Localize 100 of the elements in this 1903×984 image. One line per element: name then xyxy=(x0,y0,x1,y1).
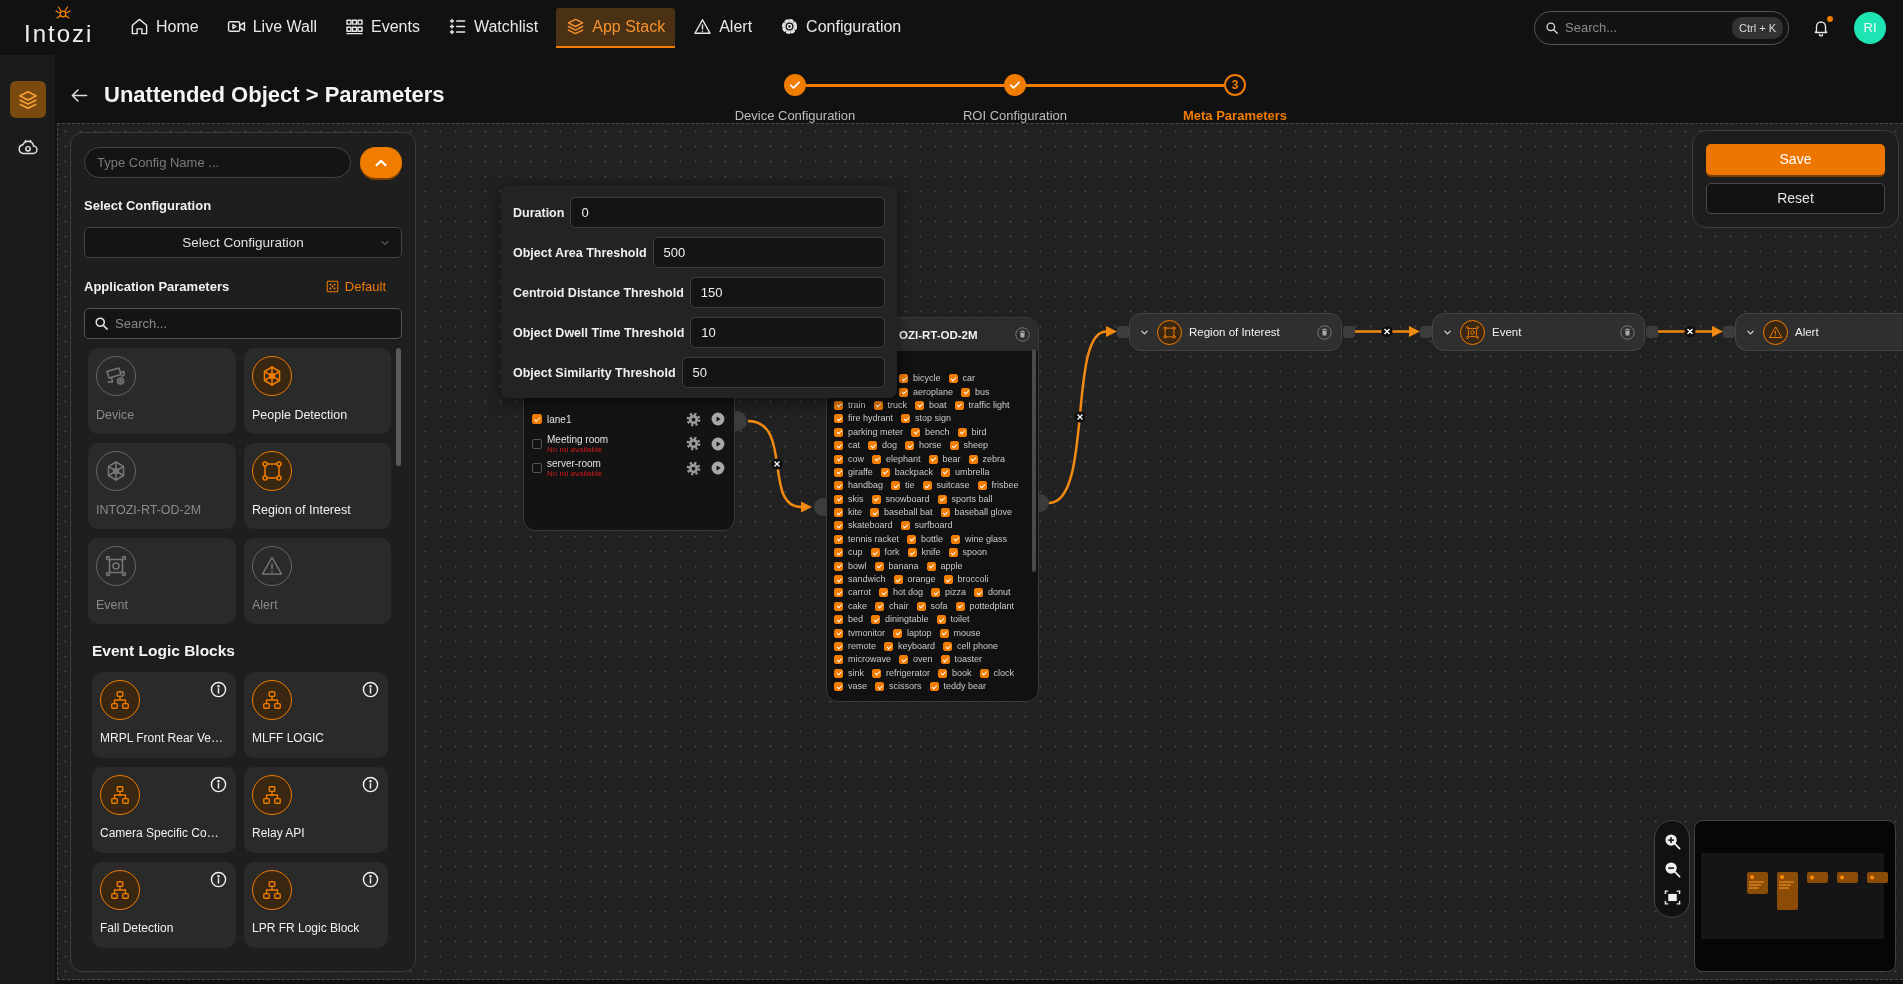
checkbox[interactable] xyxy=(834,668,843,678)
checkbox[interactable] xyxy=(868,441,877,451)
play-icon[interactable] xyxy=(711,436,725,451)
logic-block-card[interactable]: Fall Detection xyxy=(92,862,236,948)
checkbox[interactable] xyxy=(834,454,843,464)
close-icon[interactable] xyxy=(1074,411,1086,423)
play-icon[interactable] xyxy=(711,412,725,427)
connection-handle[interactable] xyxy=(735,411,747,431)
checkbox[interactable] xyxy=(532,438,542,449)
connection-handle[interactable] xyxy=(1117,325,1129,338)
config-name-field[interactable]: Type Config Name ... xyxy=(84,147,351,178)
checkbox[interactable] xyxy=(874,561,884,571)
checkbox[interactable] xyxy=(900,521,910,531)
checkbox[interactable] xyxy=(871,615,881,625)
parameter-input[interactable]: 50 xyxy=(681,357,885,388)
checkbox[interactable] xyxy=(954,400,964,410)
close-icon[interactable] xyxy=(771,458,783,470)
nav-tab[interactable]: Events xyxy=(335,7,430,48)
info-icon[interactable] xyxy=(210,681,227,698)
checkbox[interactable] xyxy=(936,615,946,625)
checkbox[interactable] xyxy=(873,400,883,410)
checkbox[interactable] xyxy=(893,575,903,585)
checkbox[interactable] xyxy=(905,441,915,451)
checkbox[interactable] xyxy=(834,655,843,665)
trash-icon[interactable] xyxy=(1317,324,1332,340)
parameter-input[interactable]: 500 xyxy=(652,237,885,268)
checkbox[interactable] xyxy=(875,601,884,611)
checkbox[interactable] xyxy=(939,628,949,638)
layers-icon[interactable] xyxy=(9,81,46,118)
logic-block-card[interactable]: Relay API xyxy=(244,767,388,853)
info-icon[interactable] xyxy=(362,681,379,698)
scrollbar[interactable] xyxy=(1032,349,1036,572)
checkbox[interactable] xyxy=(834,682,843,692)
connection-handle[interactable] xyxy=(1420,325,1432,338)
checkbox[interactable] xyxy=(943,575,953,585)
checkbox[interactable] xyxy=(871,494,881,504)
checkbox[interactable] xyxy=(834,521,843,531)
logic-block-card[interactable]: MLFF LOGIC xyxy=(244,672,388,758)
search-field[interactable]: Search... xyxy=(84,308,402,339)
checkbox[interactable] xyxy=(979,668,989,678)
checkbox[interactable] xyxy=(532,463,542,474)
checkbox[interactable] xyxy=(834,400,843,410)
close-icon[interactable] xyxy=(1381,326,1393,337)
info-icon[interactable] xyxy=(362,871,379,888)
checkbox[interactable] xyxy=(949,441,959,451)
checkbox[interactable] xyxy=(911,427,921,437)
settings-icon[interactable] xyxy=(686,460,701,476)
checkbox[interactable] xyxy=(968,454,978,464)
close-icon[interactable] xyxy=(1684,326,1696,337)
checkbox[interactable] xyxy=(907,548,917,558)
checkbox[interactable] xyxy=(916,601,926,611)
checkbox[interactable] xyxy=(834,615,843,625)
checkbox[interactable] xyxy=(957,427,967,437)
checkbox[interactable] xyxy=(884,642,893,651)
connection-handle[interactable] xyxy=(814,498,826,516)
connection-handle[interactable] xyxy=(1343,325,1355,338)
checkbox[interactable] xyxy=(834,575,843,585)
logic-block-card[interactable]: LPR FR Logic Block xyxy=(244,862,388,948)
checkbox[interactable] xyxy=(834,601,843,611)
checkbox[interactable] xyxy=(872,668,881,678)
trash-icon[interactable] xyxy=(1015,327,1030,342)
configuration-select[interactable]: Select Configuration xyxy=(84,227,402,258)
fit-view-icon[interactable] xyxy=(1663,888,1681,906)
settings-icon[interactable] xyxy=(686,436,701,452)
reset-button[interactable]: Reset xyxy=(1706,182,1885,214)
app-block-card[interactable]: People Detection xyxy=(244,348,391,434)
checkbox[interactable] xyxy=(834,441,843,451)
logic-block-card[interactable]: MRPL Front Rear Ve… xyxy=(92,672,236,758)
checkbox[interactable] xyxy=(955,601,965,611)
checkbox[interactable] xyxy=(948,374,958,384)
checkbox[interactable] xyxy=(938,668,948,678)
checkbox[interactable] xyxy=(891,481,901,491)
checkbox[interactable] xyxy=(915,400,925,410)
checkbox[interactable] xyxy=(879,588,888,598)
info-icon[interactable] xyxy=(210,776,227,793)
logo[interactable]: Intozi xyxy=(24,17,94,50)
info-icon[interactable] xyxy=(362,776,379,793)
checkbox[interactable] xyxy=(937,494,947,504)
checkbox[interactable] xyxy=(532,414,542,425)
checkbox[interactable] xyxy=(872,454,881,464)
checkbox[interactable] xyxy=(834,534,843,544)
checkbox[interactable] xyxy=(931,588,941,598)
checkbox[interactable] xyxy=(940,508,950,518)
checkbox[interactable] xyxy=(943,642,953,651)
checkbox[interactable] xyxy=(834,427,843,437)
checkbox[interactable] xyxy=(901,414,911,424)
nav-tab[interactable]: Alert xyxy=(683,7,763,48)
checkbox[interactable] xyxy=(922,481,932,491)
connection-handle[interactable] xyxy=(1723,325,1735,338)
checkbox[interactable] xyxy=(899,374,908,384)
logic-block-card[interactable]: Camera Specific Co… xyxy=(92,767,236,853)
checkbox[interactable] xyxy=(961,387,971,397)
checkbox[interactable] xyxy=(926,561,936,571)
checkbox[interactable] xyxy=(834,588,843,598)
checkbox[interactable] xyxy=(940,467,950,477)
checkbox[interactable] xyxy=(940,655,950,665)
checkbox[interactable] xyxy=(948,548,958,558)
parameter-input[interactable]: 150 xyxy=(689,277,885,308)
zoom-out-icon[interactable] xyxy=(1663,860,1681,878)
scrollbar[interactable] xyxy=(396,348,401,466)
